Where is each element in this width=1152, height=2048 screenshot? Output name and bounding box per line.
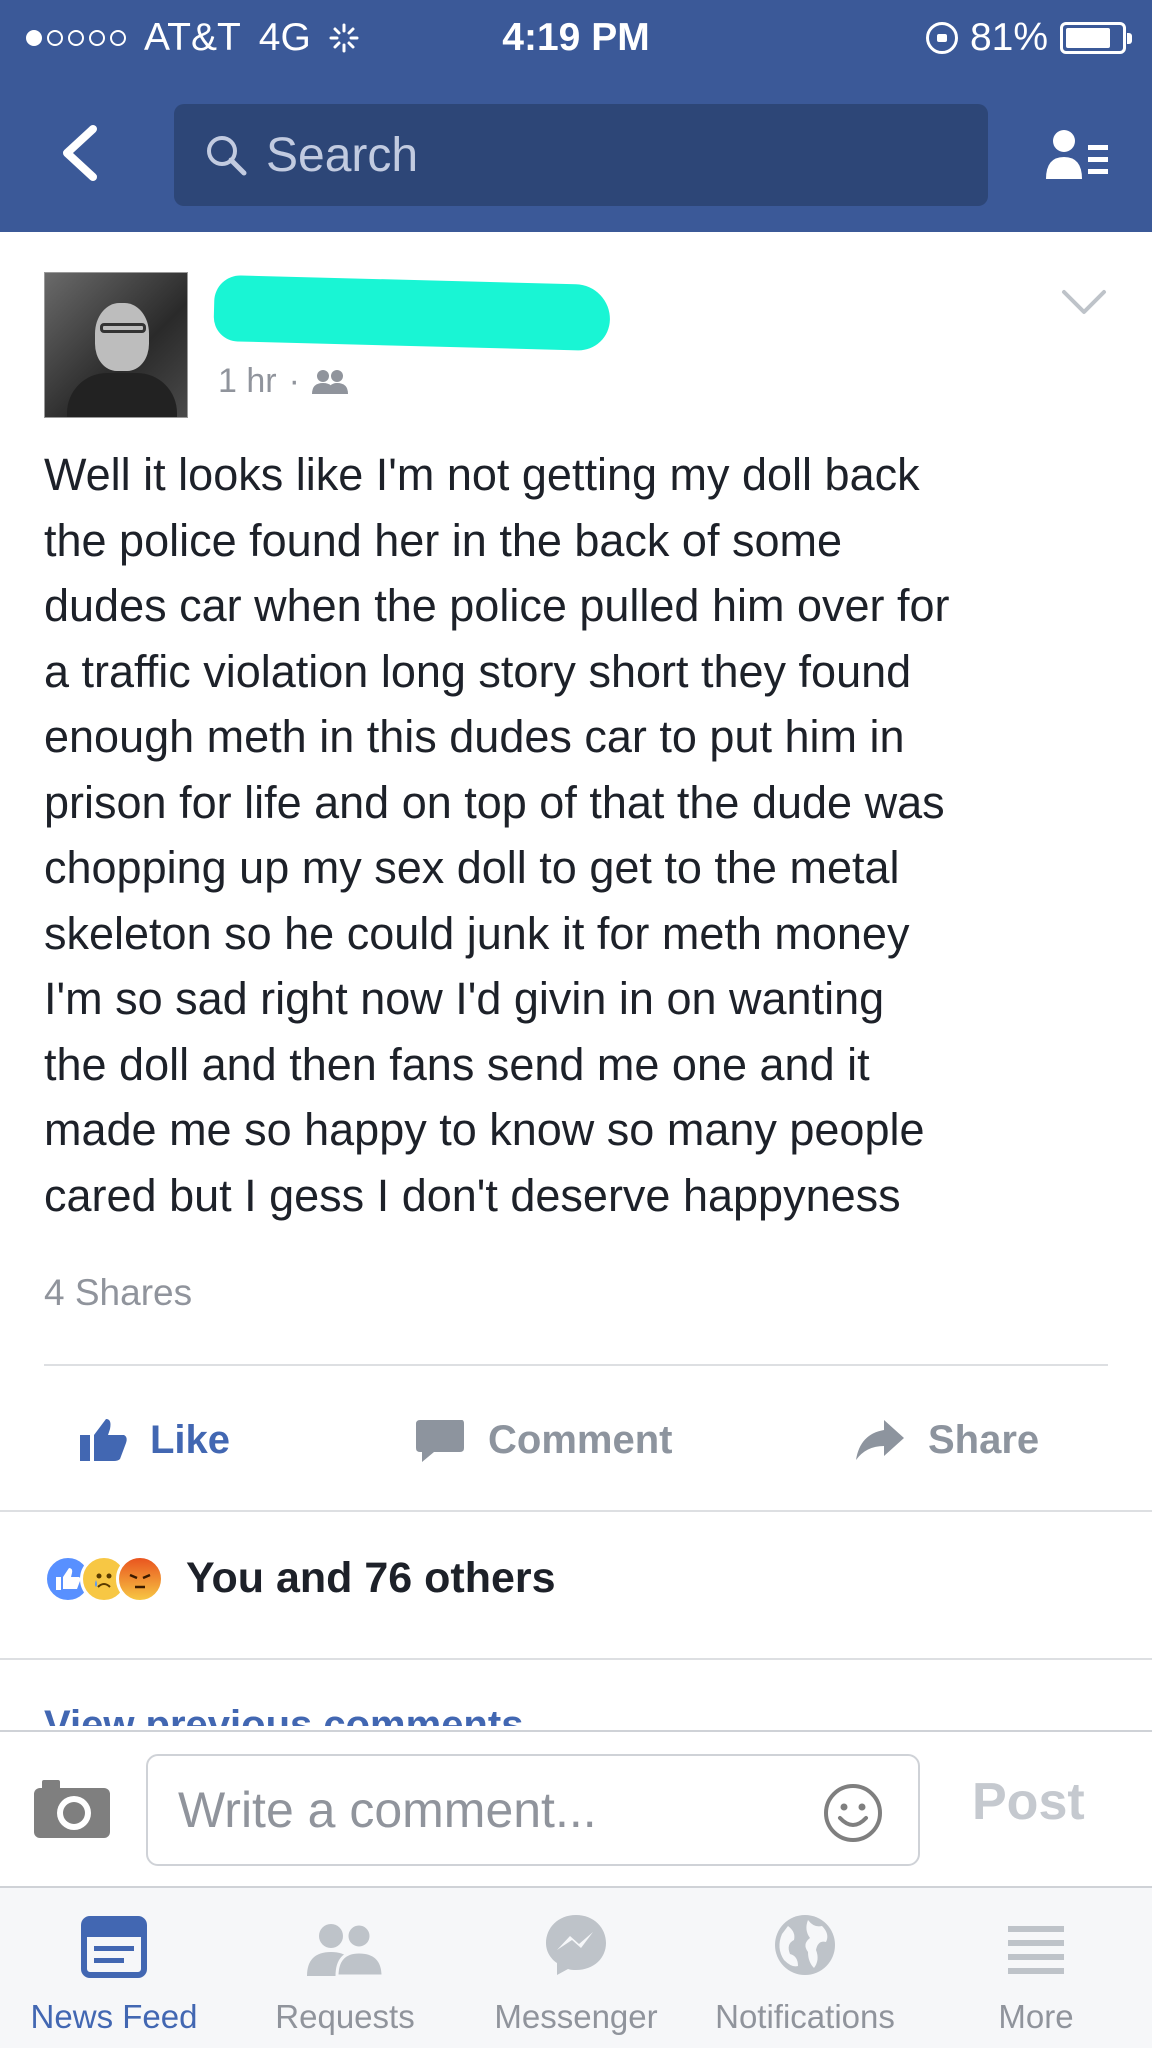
chevron-down-icon <box>1062 290 1106 314</box>
comment-composer: Post <box>0 1730 1152 1886</box>
tab-notifications[interactable]: Notifications <box>690 1888 920 2048</box>
navigation-bar: Search <box>0 100 1152 210</box>
globe-icon <box>775 1915 835 1975</box>
divider <box>44 1364 1108 1366</box>
comment-input[interactable] <box>146 1754 920 1866</box>
view-previous-comments-link[interactable]: View previous comments <box>44 1690 844 1726</box>
post-comment-button[interactable]: Post <box>972 1772 1085 1832</box>
share-label: Share <box>928 1417 1040 1462</box>
tab-requests[interactable]: Requests <box>250 1888 440 2048</box>
bottom-tab-bar: News Feed Requests Messenger Notificatio… <box>0 1886 1152 2048</box>
friend-list-icon <box>1046 130 1108 179</box>
search-icon <box>207 136 247 176</box>
tab-label: Messenger <box>494 1998 658 2035</box>
post-options-button[interactable] <box>1056 282 1112 322</box>
battery-icon <box>1060 22 1132 54</box>
tab-label: More <box>998 1998 1074 2035</box>
like-label: Like <box>150 1417 231 1462</box>
news-feed-icon <box>81 1916 147 1978</box>
messenger-icon <box>546 1915 606 1975</box>
comment-bubble-icon <box>416 1420 464 1462</box>
status-right: 81% <box>925 16 1132 60</box>
comment-button[interactable]: Comment <box>414 1390 672 1490</box>
status-bar: AT&T 4G 4:19 PM 81% <box>0 0 1152 80</box>
angry-reaction-icon <box>116 1554 164 1603</box>
post-body: Well it looks like I'm not getting my do… <box>44 449 950 1221</box>
rotation-lock-icon <box>925 22 958 54</box>
top-bar: AT&T 4G 4:19 PM 81% Search <box>0 0 1152 232</box>
friend-requests-icon <box>307 1922 385 1978</box>
camera-icon <box>34 1780 110 1838</box>
smiley-icon <box>824 1784 882 1842</box>
author-name-redacted <box>213 274 611 352</box>
battery-percent: 81% <box>969 16 1048 59</box>
tab-label: Notifications <box>715 1998 895 2035</box>
reactions-summary[interactable]: You and 76 others <box>44 1554 556 1603</box>
search-bar[interactable]: Search <box>174 104 988 206</box>
divider <box>0 1658 1152 1660</box>
divider <box>0 1510 1152 1512</box>
battery-level <box>1066 28 1110 48</box>
tab-label: News Feed <box>30 1998 198 2035</box>
share-arrow-icon <box>856 1420 904 1460</box>
comment-label: Comment <box>488 1417 673 1462</box>
post-actions: Like Comment Share <box>0 1390 1152 1490</box>
friends-audience-icon <box>311 369 348 394</box>
meta-separator: · <box>288 362 300 400</box>
tab-label: Requests <box>275 1998 415 2035</box>
hamburger-icon <box>1008 1926 1064 1974</box>
friend-list-button[interactable] <box>1042 122 1112 192</box>
search-placeholder: Search <box>266 128 419 182</box>
chevron-left-icon <box>63 125 97 181</box>
post-meta: 1 hr · <box>218 362 348 401</box>
tab-more[interactable]: More <box>946 1888 1126 2048</box>
emoji-button[interactable] <box>822 1782 884 1844</box>
post-timestamp[interactable]: 1 hr <box>218 362 277 401</box>
share-button[interactable]: Share <box>854 1390 1039 1490</box>
tab-messenger[interactable]: Messenger <box>476 1888 676 2048</box>
shares-count[interactable]: 4 Shares <box>44 1272 192 1314</box>
author-avatar[interactable] <box>44 272 188 418</box>
like-button[interactable]: Like <box>78 1390 230 1490</box>
back-button[interactable] <box>44 118 114 188</box>
reactions-text: You and 76 others <box>186 1554 556 1602</box>
camera-button[interactable] <box>32 1776 112 1840</box>
tab-news-feed[interactable]: News Feed <box>14 1888 214 2048</box>
thumbs-up-icon <box>80 1419 127 1461</box>
